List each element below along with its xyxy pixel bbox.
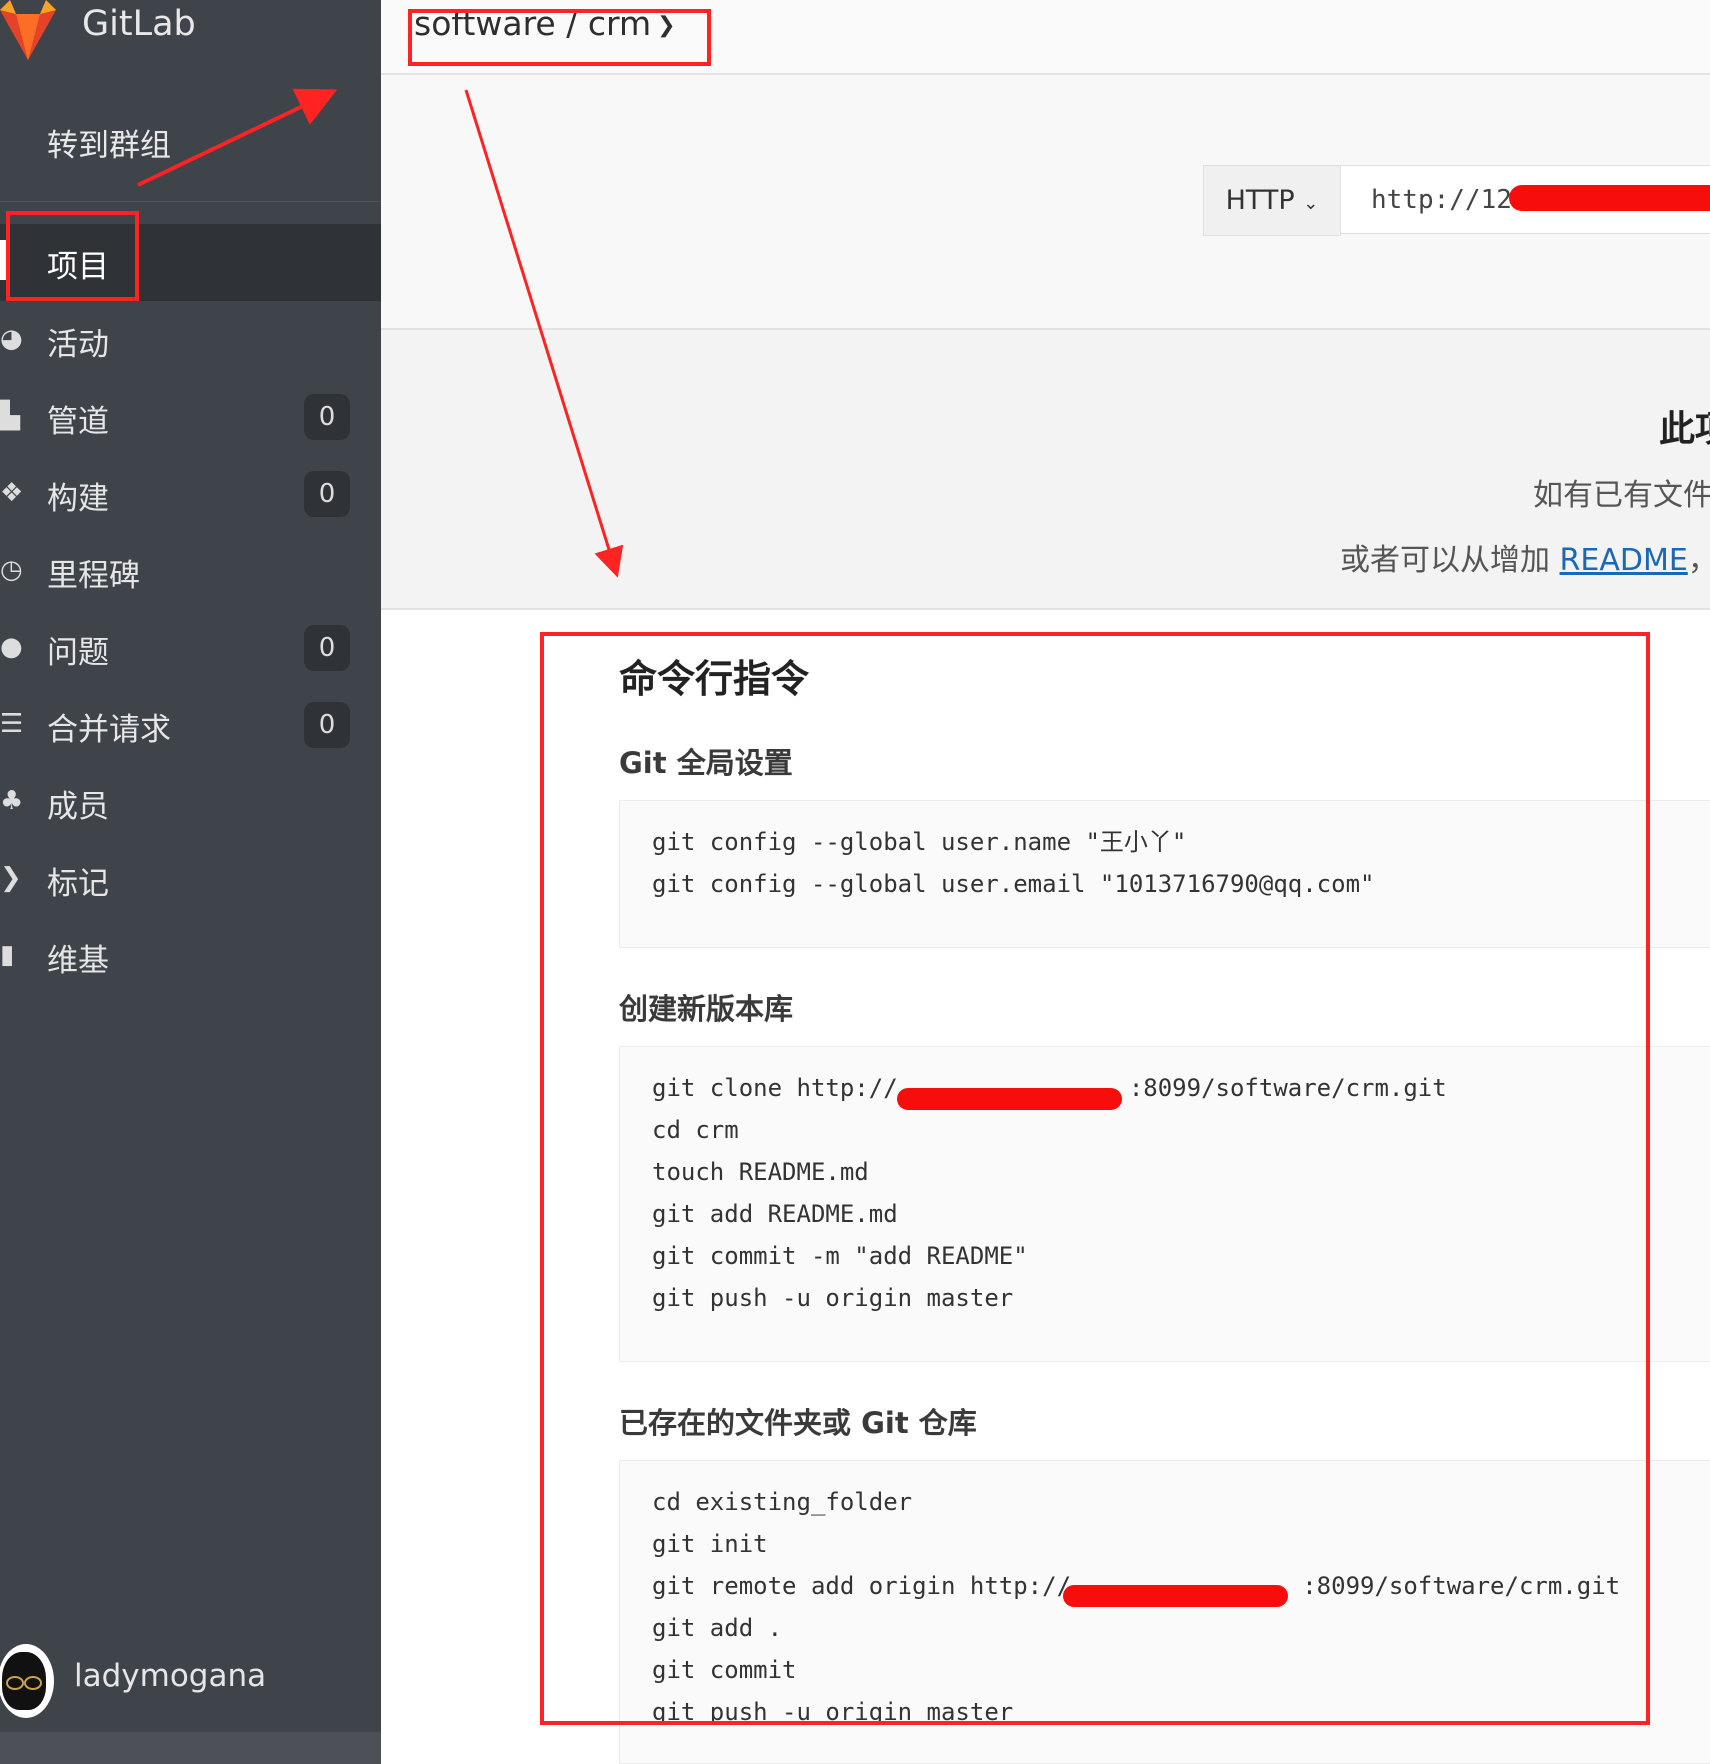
chevron-down-icon: ⌄ <box>1303 193 1319 214</box>
cubes-icon: ❖ <box>0 478 24 508</box>
merge-requests-count-badge: 0 <box>304 702 350 748</box>
ship-icon: ▙ <box>0 401 20 431</box>
sidebar-item-label: 里程碑 <box>47 558 140 594</box>
sidebar-item-issues[interactable]: ● 问题 0 <box>0 613 381 683</box>
avatar[interactable] <box>0 1644 54 1718</box>
glasses-left-icon <box>6 1676 24 1690</box>
go-to-group-link[interactable]: 转到群组 <box>47 120 171 165</box>
sidebar-item-merge-requests[interactable]: ☰ 合并请求 0 <box>0 690 381 760</box>
sidebar-item-members[interactable]: ♣ 成员 <box>0 767 381 837</box>
sidebar-item-milestones[interactable]: ◷ 里程碑 <box>0 536 381 606</box>
sidebar-item-label: 合并请求 <box>47 712 171 748</box>
glasses-right-icon <box>24 1676 42 1690</box>
protocol-label: HTTP <box>1225 185 1295 216</box>
sidebar-divider <box>0 201 381 202</box>
sidebar-footer <box>0 1732 381 1764</box>
empty-project-hint-2: 或者可以从增加 README， 或 <box>1340 535 1710 579</box>
tags-icon: ❯ <box>0 863 22 893</box>
hint-prefix: 或者可以从增加 <box>1340 543 1560 578</box>
pipelines-count-badge: 0 <box>304 394 350 440</box>
empty-project-title: 此项 <box>1659 409 1710 450</box>
sidebar-item-label: 成员 <box>47 789 109 825</box>
sidebar-item-activity[interactable]: ◕ 活动 <box>0 305 381 375</box>
sidebar-item-pipelines[interactable]: ▙ 管道 0 <box>0 382 381 452</box>
sidebar-item-label: 问题 <box>47 635 109 671</box>
empty-project-hint: 如有已有文件 <box>1533 478 1710 513</box>
exclamation-circle-icon: ● <box>0 632 23 662</box>
annotation-box-project-path <box>408 9 711 66</box>
annotation-box-instructions <box>540 632 1650 1725</box>
brand-name[interactable]: GitLab <box>82 4 196 44</box>
readme-link[interactable]: README <box>1560 543 1688 578</box>
sidebar-item-label: 维基 <box>47 943 109 979</box>
empty-project-notice: 此项 如有已有文件 或者可以从增加 README， 或 <box>381 330 1710 610</box>
protocol-dropdown[interactable]: HTTP ⌄ <box>1203 165 1341 236</box>
redaction-mark <box>1509 185 1710 211</box>
book-icon: ▮ <box>0 940 15 970</box>
users-icon: ♣ <box>0 786 24 816</box>
sidebar-item-builds[interactable]: ❖ 构建 0 <box>0 459 381 529</box>
dashboard-icon: ◕ <box>0 324 23 354</box>
sidebar-item-wiki[interactable]: ▮ 维基 <box>0 921 381 991</box>
issues-count-badge: 0 <box>304 625 350 671</box>
builds-count-badge: 0 <box>304 471 350 517</box>
sidebar-item-label: 管道 <box>47 404 109 440</box>
sidebar-item-label: 标记 <box>47 866 109 902</box>
hint-suffix: ， 或 <box>1688 543 1710 578</box>
sidebar-item-label: 活动 <box>47 327 109 363</box>
sidebar-item-label: 构建 <box>47 481 109 517</box>
username[interactable]: ladymogana <box>74 1658 266 1694</box>
user-profile[interactable]: ladymogana <box>0 1640 381 1730</box>
annotation-box-projects <box>6 211 139 301</box>
gitlab-logo-icon[interactable] <box>0 0 56 60</box>
clone-panel: HTTP ⌄ http://12 <box>381 75 1710 330</box>
merge-request-icon: ☰ <box>0 709 24 739</box>
sidebar-item-tags[interactable]: ❯ 标记 <box>0 844 381 914</box>
clock-icon: ◷ <box>0 555 23 585</box>
